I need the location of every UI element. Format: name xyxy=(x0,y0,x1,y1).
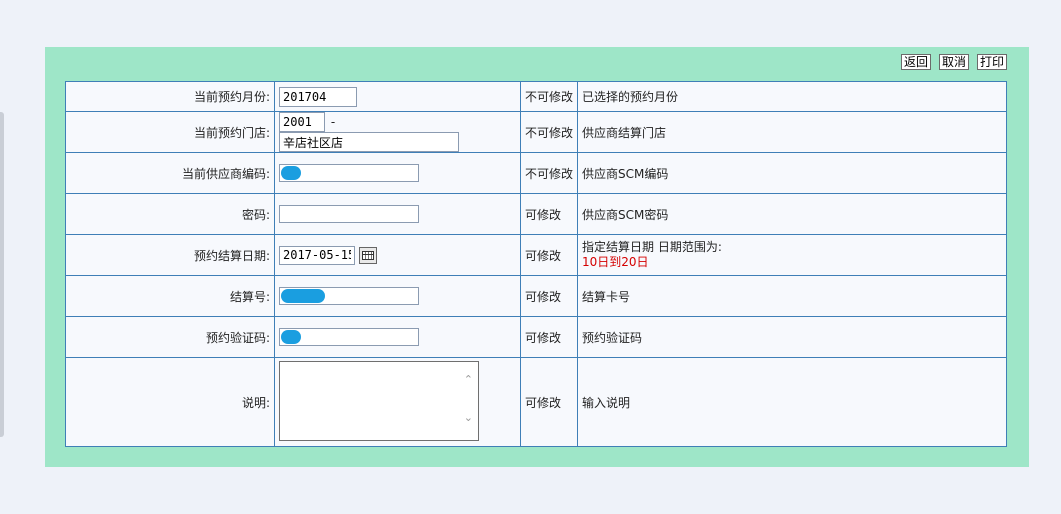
print-button[interactable]: 打印 xyxy=(976,54,1007,70)
supplier-code-cell xyxy=(274,152,521,194)
table-row: 当前预约门店: - 不可修改 供应商结算门店 xyxy=(65,111,1007,153)
supplier-code-editable: 不可修改 xyxy=(520,152,578,194)
supplier-code-desc: 供应商SCM编码 xyxy=(577,152,1007,194)
settlement-no-desc: 结算卡号 xyxy=(577,275,1007,317)
store-name-input[interactable] xyxy=(279,132,459,152)
store-desc: 供应商结算门店 xyxy=(577,111,1007,153)
verify-code-editable: 可修改 xyxy=(520,316,578,358)
month-desc: 已选择的预约月份 xyxy=(577,81,1007,112)
month-editable: 不可修改 xyxy=(520,81,578,112)
verify-code-desc: 预约验证码 xyxy=(577,316,1007,358)
redaction-mark xyxy=(281,330,301,344)
memo-desc: 输入说明 xyxy=(577,357,1007,447)
memo-label: 说明: xyxy=(65,357,275,447)
settlement-date-input[interactable] xyxy=(279,245,355,265)
store-cell: - xyxy=(274,111,521,153)
verify-code-field[interactable] xyxy=(279,328,419,346)
store-separator: - xyxy=(330,115,336,129)
month-input[interactable] xyxy=(279,86,357,107)
calendar-icon[interactable] xyxy=(358,246,377,264)
month-cell xyxy=(274,81,521,112)
settlement-no-cell xyxy=(274,275,521,317)
settlement-date-label: 预约结算日期: xyxy=(65,234,275,276)
password-label: 密码: xyxy=(65,193,275,235)
redaction-mark xyxy=(281,289,325,303)
scroll-up-icon[interactable]: ⌃ xyxy=(464,373,473,386)
settlement-no-editable: 可修改 xyxy=(520,275,578,317)
store-code-input[interactable] xyxy=(279,112,325,132)
month-label: 当前预约月份: xyxy=(65,81,275,112)
verify-code-cell xyxy=(274,316,521,358)
verify-code-label: 预约验证码: xyxy=(65,316,275,358)
settlement-date-editable: 可修改 xyxy=(520,234,578,276)
supplier-code-label: 当前供应商编码: xyxy=(65,152,275,194)
supplier-code-field[interactable] xyxy=(279,164,419,182)
password-cell xyxy=(274,193,521,235)
memo-cell: ⌃ ⌄ xyxy=(274,357,521,447)
settlement-no-label: 结算号: xyxy=(65,275,275,317)
store-label: 当前预约门店: xyxy=(65,111,275,153)
form-panel: 返回 取消 打印 当前预约月份: 不可修改 已选择的预约月份 当前预约门店: -… xyxy=(45,47,1029,467)
settlement-no-field[interactable] xyxy=(279,287,419,305)
table-row: 当前预约月份: 不可修改 已选择的预约月份 xyxy=(65,81,1007,112)
password-desc: 供应商SCM密码 xyxy=(577,193,1007,235)
reservation-form-table: 当前预约月份: 不可修改 已选择的预约月份 当前预约门店: - 不可修改 供应商… xyxy=(65,81,1007,447)
store-editable: 不可修改 xyxy=(520,111,578,153)
table-row: 预约验证码: 可修改 预约验证码 xyxy=(65,316,1007,358)
password-input[interactable] xyxy=(279,205,419,223)
scroll-down-icon[interactable]: ⌄ xyxy=(464,411,473,424)
left-edge-shadow xyxy=(0,112,4,437)
memo-textarea[interactable] xyxy=(279,361,479,441)
table-row: 结算号: 可修改 结算卡号 xyxy=(65,275,1007,317)
toolbar: 返回 取消 打印 xyxy=(900,54,1007,70)
memo-wrap: ⌃ ⌄ xyxy=(279,361,479,441)
table-row: 当前供应商编码: 不可修改 供应商SCM编码 xyxy=(65,152,1007,194)
table-row: 说明: ⌃ ⌄ 可修改 输入说明 xyxy=(65,357,1007,447)
settlement-date-range: 10日到20日 xyxy=(582,255,649,269)
table-row: 密码: 可修改 供应商SCM密码 xyxy=(65,193,1007,235)
back-button[interactable]: 返回 xyxy=(900,54,931,70)
memo-editable: 可修改 xyxy=(520,357,578,447)
settlement-date-desc: 指定结算日期 日期范围为: 10日到20日 xyxy=(577,234,1007,276)
password-editable: 可修改 xyxy=(520,193,578,235)
cancel-button[interactable]: 取消 xyxy=(938,54,969,70)
settlement-date-desc-text: 指定结算日期 日期范围为: xyxy=(582,240,722,254)
settlement-date-cell xyxy=(274,234,521,276)
redaction-mark xyxy=(281,166,301,180)
table-row: 预约结算日期: 可修改 指定结算日期 日期范围为: 10日到20日 xyxy=(65,234,1007,276)
